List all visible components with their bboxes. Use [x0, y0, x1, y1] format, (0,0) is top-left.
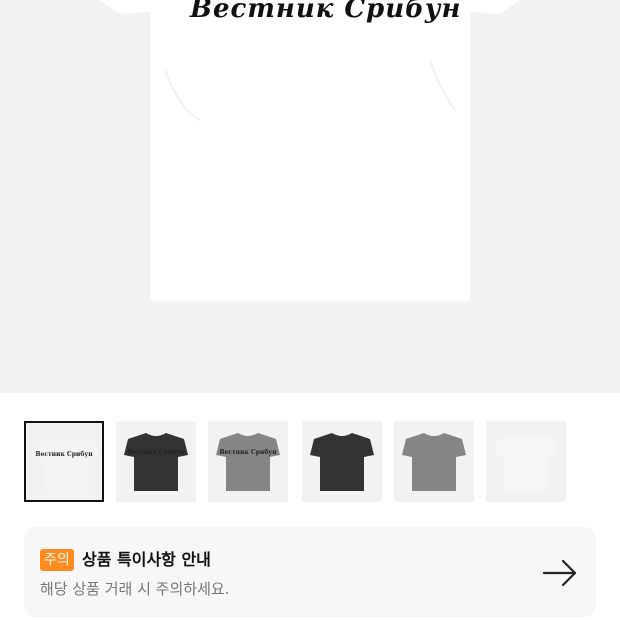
tshirt-thumb-image [34, 435, 98, 493]
tshirt-thumb-image [310, 433, 374, 491]
product-main-image: Вестник Срибун [0, 0, 620, 393]
tshirt-thumb-image [494, 433, 558, 491]
thumb-print-text: Вестник Срибун [35, 451, 93, 458]
thumbnail-2[interactable]: Вестник Срибун [116, 421, 196, 502]
notice-title: 상품 특이사항 안내 [82, 550, 211, 569]
arrow-right-icon[interactable] [542, 555, 578, 591]
thumbnail-3[interactable]: Вестник Срибун [208, 421, 288, 502]
thumbnail-5[interactable] [394, 421, 474, 502]
warning-badge: 주의 [40, 549, 74, 571]
thumb-print-text: Вестник Срибун [219, 449, 277, 456]
tshirt-thumb-image [402, 433, 466, 491]
notice-card[interactable]: 주의 상품 특이사항 안내 해당 상품 거래 시 주의하세요. [24, 527, 596, 617]
thumb-print-text: Вестник Срибун [127, 449, 185, 456]
thumbnail-1[interactable]: Вестник Срибун [24, 421, 104, 502]
tshirt-image [100, 0, 520, 303]
thumbnail-strip: Вестник Срибун Вестник Срибун Вестник Ср… [24, 421, 596, 503]
thumbnail-6[interactable] [486, 421, 566, 502]
tshirt-thumb-image [124, 433, 188, 491]
tshirt-thumb-image [216, 433, 280, 491]
thumbnail-4[interactable] [302, 421, 382, 502]
notice-description: 해당 상품 거래 시 주의하세요. [40, 580, 230, 598]
shirt-print-text: Вестник Срибун [190, 0, 462, 24]
